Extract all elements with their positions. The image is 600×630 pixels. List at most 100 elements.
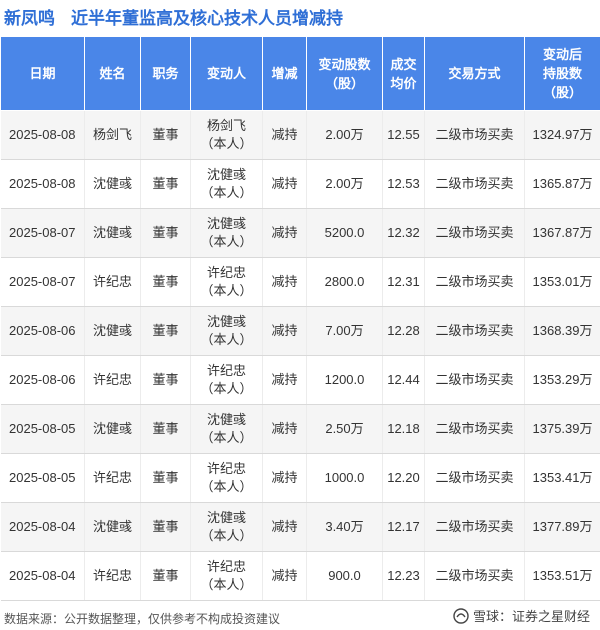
name-cell: 许纪忠	[84, 257, 141, 307]
avg-price-cell: 12.23	[382, 551, 425, 601]
column-header: 变动后 持股数 （股）	[524, 36, 600, 111]
avg-price-cell: 12.44	[382, 355, 425, 405]
avg-price-cell: 12.18	[382, 404, 425, 454]
table-row: 2025-08-04 许纪忠 董事 许纪忠 （本人） 减持 900.0 12.23 二级市场买卖…	[0, 551, 600, 601]
holdings-after-cell: 1353.41万	[524, 453, 600, 503]
shares-changed-cell: 7.00万	[306, 306, 383, 356]
column-header: 变动人	[190, 36, 263, 111]
table-row: 2025-08-08 沈健彧 董事 沈健彧 （本人） 减持 2.00万 12.53 二级市场买卖…	[0, 159, 600, 209]
avg-price-cell: 12.28	[382, 306, 425, 356]
column-header: 职务	[140, 36, 191, 111]
trade-method-cell: 二级市场买卖	[424, 551, 525, 601]
trade-method-cell: 二级市场买卖	[424, 453, 525, 503]
changer-cell-line: （本人）	[200, 332, 253, 347]
snowball-logo-icon	[453, 607, 469, 624]
name-cell: 杨剑飞	[84, 110, 141, 160]
column-header: 姓名	[84, 36, 141, 111]
changer-cell: 许纪忠 （本人）	[190, 257, 263, 307]
changer-cell-line: （本人）	[200, 479, 253, 494]
holdings-after-cell: 1324.97万	[524, 110, 600, 160]
date-cell: 2025-08-04	[0, 502, 85, 552]
column-header-line: 姓名	[99, 66, 126, 81]
changer-cell-line: （本人）	[200, 381, 253, 396]
table-row: 2025-08-07 沈健彧 董事 沈健彧 （本人） 减持 5200.0 12.32 二级市场买…	[0, 208, 600, 258]
name-cell: 沈健彧	[84, 306, 141, 356]
changer-cell: 沈健彧 （本人）	[190, 502, 263, 552]
changer-cell: 许纪忠 （本人）	[190, 355, 263, 405]
column-header-line: 成交	[390, 56, 417, 72]
name-cell: 许纪忠	[84, 551, 141, 601]
column-header-line: （股）	[542, 85, 582, 100]
direction-cell: 减持	[262, 257, 307, 307]
brand-text: 雪球：证券之星财经	[472, 609, 590, 624]
column-header-line: 均价	[390, 75, 417, 91]
changer-cell-line: 许纪忠	[206, 461, 246, 476]
avg-price-cell: 12.17	[382, 502, 425, 552]
data-source-note: 数据来源：公开数据整理，仅供参考不构成投资建议	[4, 612, 281, 626]
trade-method-cell: 二级市场买卖	[424, 306, 525, 356]
changer-cell-line: 杨剑飞	[206, 118, 246, 133]
holdings-after-cell: 1365.87万	[524, 159, 600, 209]
brand-credit: 雪球：证券之星财经	[453, 606, 590, 625]
column-header-line: 变动股数	[318, 56, 371, 72]
position-cell: 董事	[140, 355, 191, 405]
trade-method-cell: 二级市场买卖	[424, 159, 525, 209]
avg-price-cell: 12.20	[382, 453, 425, 503]
table-row: 2025-08-04 沈健彧 董事 沈健彧 （本人） 减持 3.40万 12.17 二级市场买卖…	[0, 502, 600, 552]
name-cell: 沈健彧	[84, 404, 141, 454]
changer-cell-line: （本人）	[200, 577, 253, 592]
column-header-line: 变动人	[206, 66, 246, 81]
changer-cell-line: 沈健彧	[206, 510, 246, 525]
name-cell: 沈健彧	[84, 208, 141, 258]
changer-cell-line: 许纪忠	[206, 363, 246, 378]
changer-cell-line: 许纪忠	[206, 265, 246, 280]
direction-cell: 减持	[262, 110, 307, 160]
direction-cell: 减持	[262, 355, 307, 405]
changer-cell-line: （本人）	[200, 234, 253, 249]
column-header: 增减	[262, 36, 307, 111]
table-row: 2025-08-05 沈健彧 董事 沈健彧 （本人） 减持 2.50万 12.18 二级市场买卖…	[0, 404, 600, 454]
table-header-row: 日期 姓名 职务 变动人 增减 变动股数 （股） 成交均价 交易方式 变动后 持股数 （股）	[0, 36, 600, 111]
changer-cell-line: 沈健彧	[206, 412, 246, 427]
trade-method-cell: 二级市场买卖	[424, 257, 525, 307]
column-header-line: 变动后	[542, 47, 582, 62]
table-body: 2025-08-08 杨剑飞 董事 杨剑飞 （本人） 减持 2.00万 12.55 二级市场买卖…	[0, 110, 600, 601]
column-header: 日期	[0, 36, 85, 111]
column-header-line: 日期	[29, 66, 56, 81]
table-row: 2025-08-06 沈健彧 董事 沈健彧 （本人） 减持 7.00万 12.28 二级市场买卖…	[0, 306, 600, 356]
direction-cell: 减持	[262, 159, 307, 209]
changer-cell: 沈健彧 （本人）	[190, 404, 263, 454]
avg-price-cell: 12.55	[382, 110, 425, 160]
direction-cell: 减持	[262, 404, 307, 454]
avg-price-cell: 12.53	[382, 159, 425, 209]
changer-cell: 沈健彧 （本人）	[190, 208, 263, 258]
avg-price-cell: 12.32	[382, 208, 425, 258]
title-row: 新凤鸣 近半年董监高及核心技术人员增减持	[4, 0, 343, 32]
changer-cell-line: （本人）	[200, 185, 253, 200]
changer-cell-line: （本人）	[200, 430, 253, 445]
shares-changed-cell: 1000.0	[306, 453, 383, 503]
date-cell: 2025-08-07	[0, 257, 85, 307]
table-row: 2025-08-05 许纪忠 董事 许纪忠 （本人） 减持 1000.0 12.20 二级市场买…	[0, 453, 600, 503]
changer-cell: 许纪忠 （本人）	[190, 551, 263, 601]
page-title: 近半年董监高及核心技术人员增减持	[71, 8, 343, 28]
shares-changed-cell: 2.00万	[306, 110, 383, 160]
date-cell: 2025-08-06	[0, 355, 85, 405]
trade-method-cell: 二级市场买卖	[424, 355, 525, 405]
position-cell: 董事	[140, 502, 191, 552]
holdings-after-cell: 1377.89万	[524, 502, 600, 552]
shares-changed-cell: 2.00万	[306, 159, 383, 209]
column-header-line: 交易方式	[448, 66, 501, 81]
name-cell: 沈健彧	[84, 502, 141, 552]
date-cell: 2025-08-08	[0, 159, 85, 209]
holdings-after-cell: 1367.87万	[524, 208, 600, 258]
table-row: 2025-08-08 杨剑飞 董事 杨剑飞 （本人） 减持 2.00万 12.55 二级市场买卖…	[0, 110, 600, 160]
shares-changed-cell: 1200.0	[306, 355, 383, 405]
position-cell: 董事	[140, 306, 191, 356]
column-header-line: （股）	[324, 75, 364, 91]
shares-changed-cell: 3.40万	[306, 502, 383, 552]
changer-cell-line: 沈健彧	[206, 314, 246, 329]
holdings-after-cell: 1353.29万	[524, 355, 600, 405]
trade-method-cell: 二级市场买卖	[424, 208, 525, 258]
table-row: 2025-08-06 许纪忠 董事 许纪忠 （本人） 减持 1200.0 12.44 二级市场买…	[0, 355, 600, 405]
